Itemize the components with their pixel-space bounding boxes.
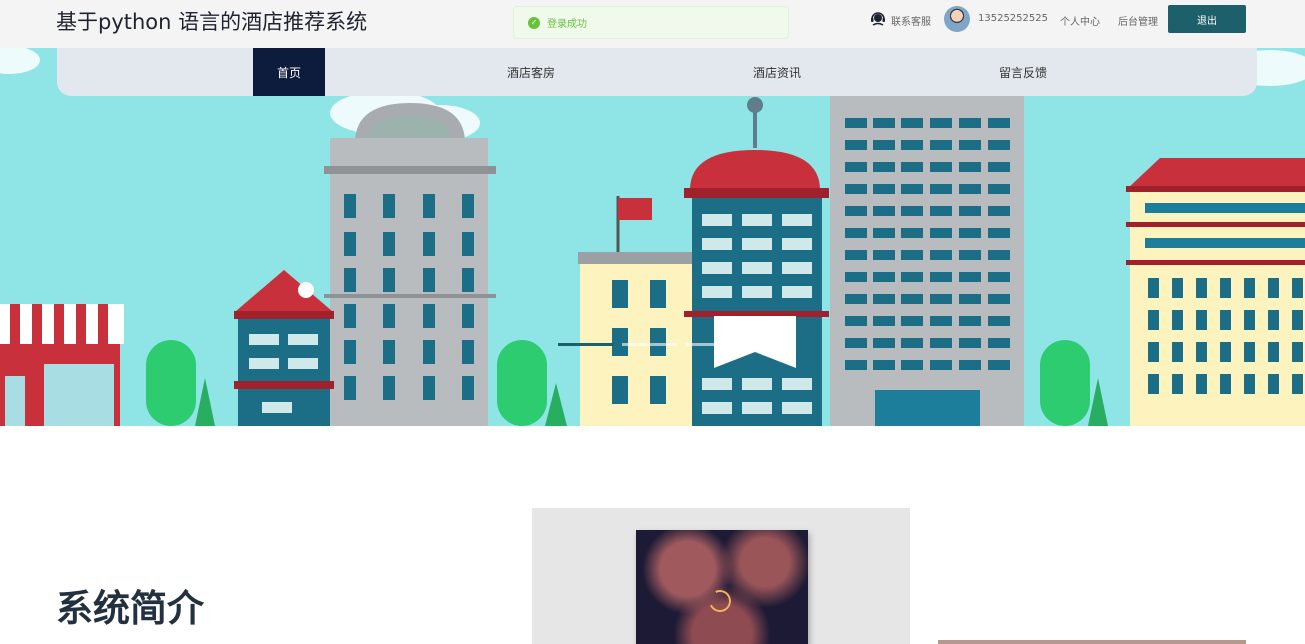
banner-carousel[interactable] [0,48,1305,426]
nav-item-rooms[interactable]: 酒店客房 [491,48,571,96]
personal-center-link[interactable]: 个人中心 [1060,13,1100,28]
user-phone: 13525252525 [978,13,1048,24]
site-title: 基于python 语言的酒店推荐系统 [56,10,368,34]
headset-icon[interactable] [870,11,886,27]
carousel-indicator-3[interactable] [686,343,743,346]
avatar[interactable] [944,6,970,32]
admin-link[interactable]: 后台管理 [1118,13,1158,28]
carousel-indicator-2[interactable] [622,343,677,346]
nav-item-home[interactable]: 首页 [253,48,325,96]
carousel-indicator-1[interactable] [558,343,613,346]
nav-item-news[interactable]: 酒店资讯 [737,48,817,96]
logout-button[interactable]: 退出 [1168,5,1246,33]
city-illustration [0,48,1305,426]
check-circle-icon: ✓ [528,16,540,29]
artwork-image [636,530,808,644]
success-toast: ✓ 登录成功 [513,6,789,39]
page: 基于python 语言的酒店推荐系统 ✓ 登录成功 联系客服 135252525… [0,0,1305,644]
intro-image [532,508,910,644]
moon-icon [705,586,735,616]
intro-title: 系统简介 [56,587,204,630]
toast-message: 登录成功 [547,19,587,30]
main-nav: 首页 酒店客房 酒店资讯 留言反馈 [57,48,1257,96]
top-header: 基于python 语言的酒店推荐系统 ✓ 登录成功 联系客服 135252525… [0,0,1305,48]
intro-image-secondary [938,640,1246,644]
customer-service-link[interactable]: 联系客服 [891,13,931,28]
nav-item-feedback[interactable]: 留言反馈 [983,48,1063,96]
